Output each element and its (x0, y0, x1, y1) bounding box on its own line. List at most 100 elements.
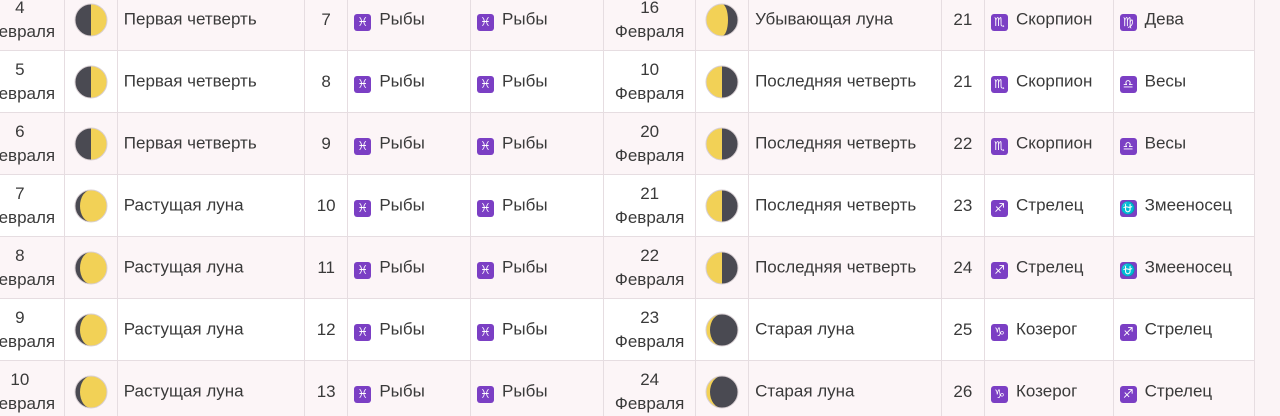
pisces-icon: ♓ (354, 138, 372, 156)
date-cell: 7 февраля (0, 174, 65, 237)
phase-name: Растущая луна (123, 381, 244, 401)
pisces-icon: ♓ (477, 200, 495, 218)
virgo-icon: ♍ (1119, 14, 1137, 32)
zodiac-sign: Рыбы (502, 195, 548, 215)
date-cell: 21 Февраля (603, 174, 697, 237)
pisces-icon: ♓ (354, 386, 372, 404)
ophiuchus-icon: ⛎ (1119, 262, 1137, 280)
date-cell: 9 февраля (0, 298, 65, 361)
phase-name: Последняя четверть (755, 195, 917, 215)
phase-name: Первая четверть (123, 133, 257, 153)
phase-name-cell: Растущая луна (116, 174, 306, 237)
pisces-icon: ♓ (354, 262, 372, 280)
zodiac-sign: Рыбы (379, 381, 425, 401)
zodiac-cell: ♐ Стрелец (1112, 298, 1256, 361)
lunar-day: 11 (317, 257, 335, 277)
lunar-day: 9 (321, 133, 331, 153)
sagittarius-icon: ♐ (1119, 386, 1137, 404)
lunar-day-cell: 25 (940, 298, 986, 361)
phase-name-cell: Растущая луна (116, 298, 306, 361)
lunar-day-cell: 26 (940, 360, 986, 416)
date-cell: 24 Февраля (603, 360, 697, 416)
lunar-day-cell: 12 (304, 298, 349, 361)
lunar-day-cell: 10 (304, 174, 349, 237)
month-name: Февраля (614, 331, 685, 351)
phase-name: Растущая луна (123, 195, 244, 215)
zodiac-sign: Рыбы (502, 71, 548, 91)
month-name: Февраля (614, 207, 685, 227)
zodiac-sign: Весы (1144, 71, 1187, 91)
zodiac-cell: ♓ Рыбы (470, 236, 605, 299)
moon-waning-icon (704, 3, 740, 36)
zodiac-cell: ⛎ Змееносец (1112, 174, 1256, 237)
zodiac-sign: Стрелец (1144, 381, 1213, 401)
pisces-icon: ♓ (477, 262, 495, 280)
day-number: 23 (640, 307, 660, 327)
scorpio-icon: ♏ (991, 76, 1008, 94)
table-row: 9 февраля Растущая луна 12 ♓ Рыбы ♓ Рыбы 23 Февра… (0, 298, 1256, 361)
zodiac-cell: ♑ Козерог (984, 298, 1114, 361)
lunar-day: 21 (953, 9, 973, 29)
table-row: 5 февраля Первая четверть 8 ♓ Рыбы ♓ Рыбы 10 Февр… (0, 50, 1256, 113)
capricorn-icon: ♑ (991, 324, 1008, 342)
moon-first-quarter-icon (73, 127, 109, 160)
moon-waxing-icon (73, 251, 109, 284)
zodiac-sign: Рыбы (379, 257, 425, 277)
phase-name: Растущая луна (123, 319, 244, 339)
month-name: февраля (0, 269, 56, 289)
table-row: 4 февраля Первая четверть 7 ♓ Рыбы ♓ Рыбы 16 Февр… (0, 0, 1256, 51)
moon-old-icon (704, 313, 740, 346)
zodiac-cell: ♏ Скорпион (984, 112, 1114, 175)
phase-name: Старая луна (755, 381, 855, 401)
day-number: 5 (15, 59, 25, 79)
zodiac-sign: Рыбы (379, 9, 425, 29)
zodiac-sign: Козерог (1016, 381, 1078, 401)
zodiac-cell: ♓ Рыбы (470, 360, 605, 416)
table-row: 10 февраля Растущая луна 13 ♓ Рыбы ♓ Рыбы 24 Февр… (0, 360, 1256, 416)
moon-phase-cell (695, 0, 750, 51)
phase-name: Последняя четверть (755, 71, 917, 91)
zodiac-cell: ♎ Весы (1112, 112, 1256, 175)
moon-waxing-icon (73, 375, 109, 408)
date-cell: 5 февраля (0, 50, 65, 113)
lunar-day-cell: 7 (304, 0, 349, 51)
zodiac-sign: Рыбы (502, 257, 548, 277)
lunar-day-cell: 13 (304, 360, 349, 416)
month-name: Февраля (614, 393, 685, 413)
phase-name-cell: Первая четверть (116, 0, 306, 51)
zodiac-cell: ♓ Рыбы (470, 174, 605, 237)
moon-phase-cell (63, 360, 118, 416)
zodiac-cell: ♏ Скорпион (984, 50, 1114, 113)
moon-phase-cell (63, 174, 118, 237)
day-number: 16 (640, 0, 660, 17)
lunar-day: 21 (953, 71, 973, 91)
zodiac-cell: ♓ Рыбы (347, 236, 472, 299)
table-row: 7 февраля Растущая луна 10 ♓ Рыбы ♓ Рыбы 21 Февра… (0, 174, 1256, 237)
sagittarius-icon: ♐ (991, 200, 1008, 218)
zodiac-sign: Змееносец (1144, 257, 1233, 277)
zodiac-cell: ♓ Рыбы (347, 50, 472, 113)
day-number: 8 (15, 245, 25, 265)
pisces-icon: ♓ (477, 14, 495, 32)
zodiac-sign: Рыбы (379, 195, 425, 215)
phase-name-cell: Последняя четверть (748, 236, 942, 299)
zodiac-cell: ♎ Весы (1112, 50, 1256, 113)
phase-name-cell: Первая четверть (116, 50, 306, 113)
moon-last-quarter-icon (704, 189, 740, 222)
table-row: 8 февраля Растущая луна 11 ♓ Рыбы ♓ Рыбы 22 Февра… (0, 236, 1256, 299)
phase-name: Убывающая луна (755, 9, 894, 29)
zodiac-sign: Стрелец (1144, 319, 1213, 339)
pisces-icon: ♓ (354, 76, 372, 94)
zodiac-sign: Змееносец (1144, 195, 1233, 215)
day-number: 22 (640, 245, 660, 265)
lunar-day: 26 (953, 381, 973, 401)
moon-phase-cell (63, 112, 118, 175)
moon-phase-cell (63, 236, 118, 299)
moon-old-icon (704, 375, 740, 408)
lunar-day-cell: 22 (940, 112, 986, 175)
zodiac-cell: ♓ Рыбы (347, 298, 472, 361)
date-cell: 20 Февраля (603, 112, 697, 175)
moon-phase-cell (63, 298, 118, 361)
date-cell: 16 Февраля (603, 0, 697, 51)
lunar-day: 12 (316, 319, 336, 339)
